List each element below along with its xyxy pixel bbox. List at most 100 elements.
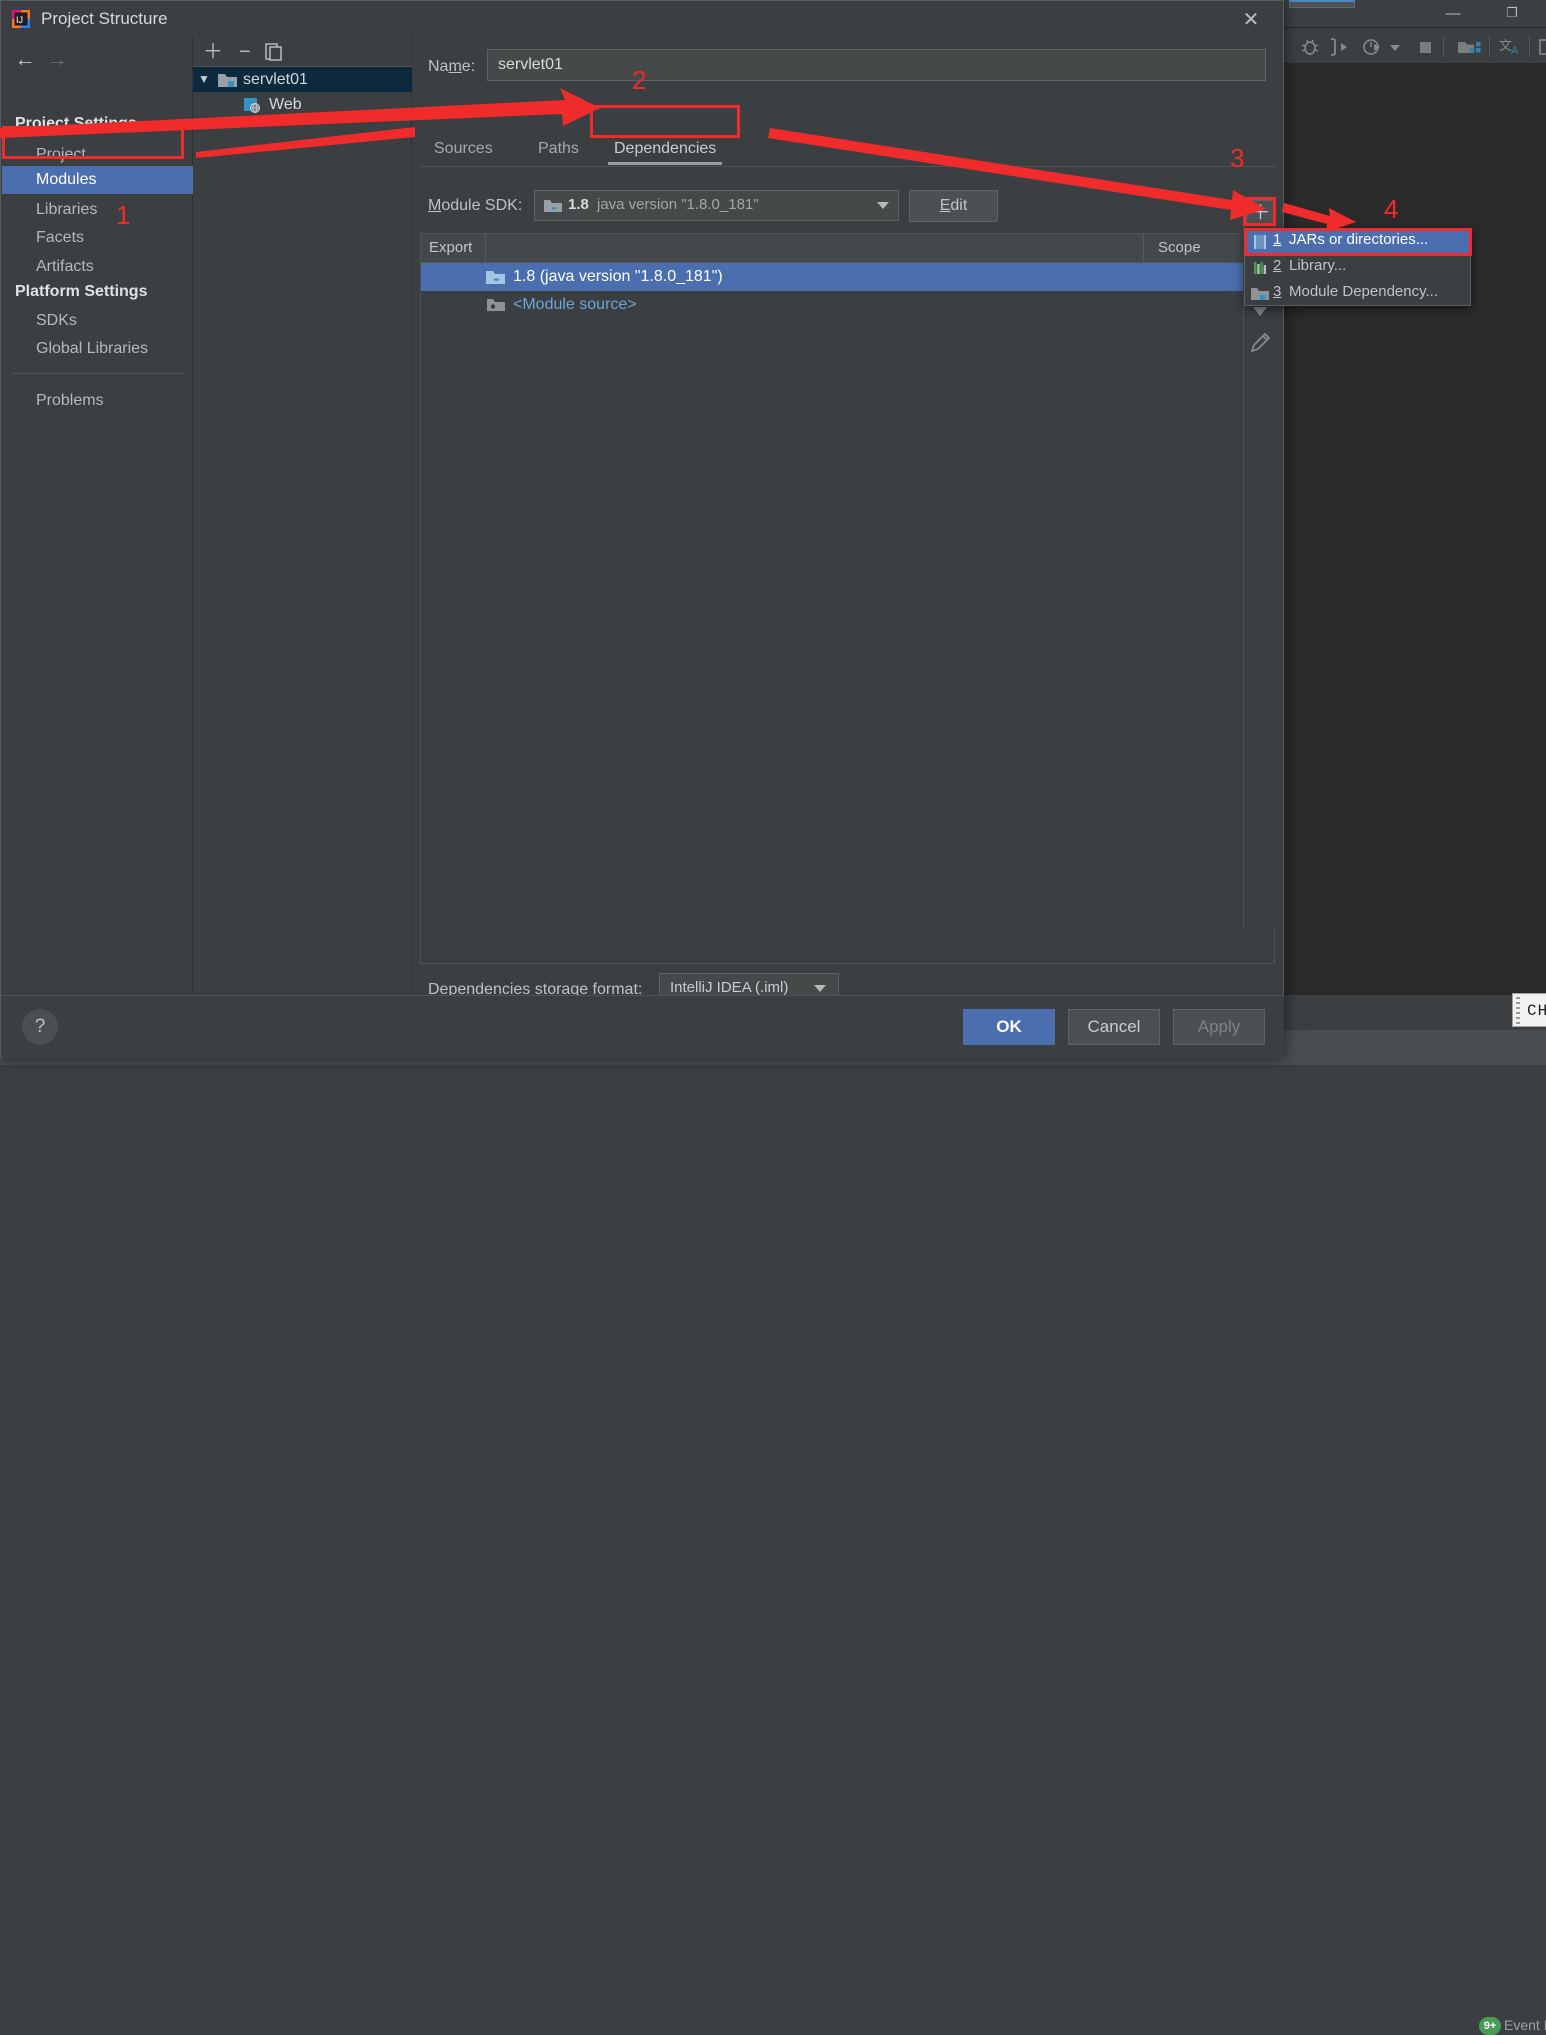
menu-item-jars-or-directories[interactable]: 1 JARs or directories... (1245, 229, 1470, 255)
table-row[interactable]: <Module source> (421, 291, 1248, 319)
add-dependency-popup-menu: 1 JARs or directories... 2 Library... 3 … (1244, 228, 1471, 306)
ide-editor-tab[interactable] (1289, 0, 1355, 8)
event-log-badge: 9+ (1479, 2017, 1501, 2035)
tab-paths[interactable]: Paths (524, 133, 593, 165)
cancel-button[interactable]: Cancel (1068, 1009, 1160, 1045)
jdk-folder-icon (544, 198, 562, 214)
nav-group-platform-settings: Platform Settings (15, 283, 147, 301)
run-coverage-icon[interactable] (1331, 36, 1353, 58)
table-cell-name: 1.8 (java version "1.8.0_181") (513, 263, 723, 291)
nav-group-project-settings: Project Settings (15, 115, 137, 133)
sdk-version-detail: java version "1.8.0_181" (597, 196, 759, 213)
notification-icon[interactable] (1536, 36, 1546, 58)
module-sdk-label: Module SDK: (428, 197, 522, 215)
apply-button[interactable]: Apply (1173, 1009, 1265, 1045)
menu-item-mnemonic: 1 (1273, 231, 1281, 248)
column-header-name (486, 234, 1144, 262)
module-icon (1251, 286, 1269, 302)
sidebar-item-facets[interactable]: Facets (2, 224, 193, 252)
menu-item-label: JARs or directories... (1289, 231, 1428, 248)
svg-text:A: A (1511, 45, 1519, 57)
name-label: Name: (428, 58, 475, 76)
help-button[interactable]: ? (22, 1009, 58, 1045)
close-icon[interactable]: ✕ (1238, 8, 1264, 32)
sidebar-item-modules[interactable]: Modules (2, 166, 193, 194)
dropdown-icon[interactable] (1387, 36, 1403, 58)
sidebar-item-artifacts[interactable]: Artifacts (2, 253, 193, 281)
annotation-number-4: 4 (1384, 194, 1398, 225)
window-minimize-button[interactable]: — (1441, 5, 1465, 23)
remove-module-button[interactable]: − (233, 41, 257, 63)
ch-tooltip-popup: CH (1512, 993, 1546, 1027)
menu-item-label: Library... (1289, 257, 1346, 274)
library-icon (1252, 260, 1268, 276)
sidebar-item-problems[interactable]: Problems (2, 387, 193, 415)
dependencies-table: Export Scope 1.8 (java version "1.8.0_18… (420, 233, 1275, 964)
add-dependency-button[interactable]: ＋ (1246, 200, 1275, 225)
module-name-input[interactable]: servlet01 (487, 49, 1266, 81)
jar-file-icon (1252, 234, 1268, 250)
module-folder-icon (218, 72, 237, 88)
dependencies-table-header: Export Scope (421, 234, 1274, 263)
jdk-folder-icon (486, 269, 505, 285)
table-row[interactable]: 1.8 (java version "1.8.0_181") (421, 263, 1248, 291)
dialog-titlebar: IJ Project Structure ✕ (1, 1, 1283, 37)
module-editor-pane: Name: servlet01 Sources Paths Dependenci… (412, 37, 1283, 994)
copy-module-button[interactable] (263, 42, 285, 62)
tree-item-servlet01[interactable]: ▼ servlet01 (193, 67, 412, 92)
sidebar-item-global-libraries[interactable]: Global Libraries (2, 335, 193, 363)
sdk-version-label: 1.8 (568, 196, 589, 213)
toolbar-divider-2 (1489, 36, 1490, 57)
settings-sidebar: ← → Project Settings Platform Settings P… (2, 37, 193, 994)
table-cell-name: <Module source> (513, 291, 637, 319)
debug-icon[interactable] (1299, 36, 1321, 58)
menu-item-mnemonic: 2 (1273, 257, 1281, 274)
module-source-icon (487, 297, 505, 313)
pencil-icon[interactable] (1248, 331, 1272, 355)
stop-icon[interactable] (1414, 36, 1436, 58)
menu-item-library[interactable]: 2 Library... (1245, 255, 1470, 281)
project-structure-dialog: IJ Project Structure ✕ ← → Project Setti… (0, 0, 1284, 1058)
module-tree-panel: ＋ − ▼ servlet01 Web (193, 37, 412, 994)
menu-item-module-dependency[interactable]: 3 Module Dependency... (1245, 281, 1470, 307)
storage-format-value: IntelliJ IDEA (.iml) (670, 979, 788, 996)
module-sdk-select[interactable]: 1.8 java version "1.8.0_181" (534, 190, 899, 221)
toolbar-divider-3 (1529, 36, 1530, 57)
tree-item-label: Web (269, 92, 302, 117)
menu-item-mnemonic: 3 (1273, 283, 1281, 300)
translate-icon[interactable]: 文 A (1498, 36, 1524, 58)
dialog-title: Project Structure (41, 9, 168, 29)
annotation-number-1: 1 (116, 200, 130, 231)
annotation-number-2: 2 (632, 65, 646, 96)
expander-icon[interactable]: ▼ (198, 67, 210, 92)
annotation-number-3: 3 (1230, 143, 1244, 174)
menu-item-label: Module Dependency... (1289, 283, 1438, 300)
module-editor-tabs: Sources Paths Dependencies (420, 133, 1275, 167)
chevron-down-icon[interactable] (814, 985, 826, 992)
edit-sdk-button[interactable]: Edit (909, 190, 998, 222)
tab-dependencies[interactable]: Dependencies (600, 133, 730, 165)
sidebar-divider (12, 373, 184, 374)
ok-button[interactable]: OK (963, 1009, 1055, 1045)
sidebar-item-project[interactable]: Project (2, 141, 193, 169)
dialog-footer: ? OK Cancel Apply (2, 995, 1284, 1058)
back-arrow-icon[interactable]: ← (14, 49, 36, 71)
event-log-label[interactable]: Event L (1504, 2017, 1546, 2033)
web-facet-icon (243, 97, 262, 113)
svg-text:IJ: IJ (16, 15, 23, 25)
add-module-button[interactable]: ＋ (201, 41, 225, 63)
toolbar-divider (1443, 36, 1444, 57)
chevron-down-icon[interactable] (877, 202, 889, 209)
sidebar-item-sdks[interactable]: SDKs (2, 307, 193, 335)
tabs-underline (420, 166, 1275, 167)
tree-item-label: servlet01 (243, 67, 308, 92)
forward-arrow-icon: → (46, 49, 68, 71)
profile-icon[interactable] (1361, 36, 1383, 58)
window-maximize-button[interactable]: ❐ (1500, 4, 1524, 22)
column-header-export[interactable]: Export (421, 234, 486, 262)
tree-item-web[interactable]: Web (193, 92, 412, 117)
sidebar-item-libraries[interactable]: Libraries (2, 196, 193, 224)
module-tree-toolbar: ＋ − (193, 37, 412, 67)
project-structure-icon[interactable] (1456, 36, 1482, 58)
tab-sources[interactable]: Sources (420, 133, 507, 165)
